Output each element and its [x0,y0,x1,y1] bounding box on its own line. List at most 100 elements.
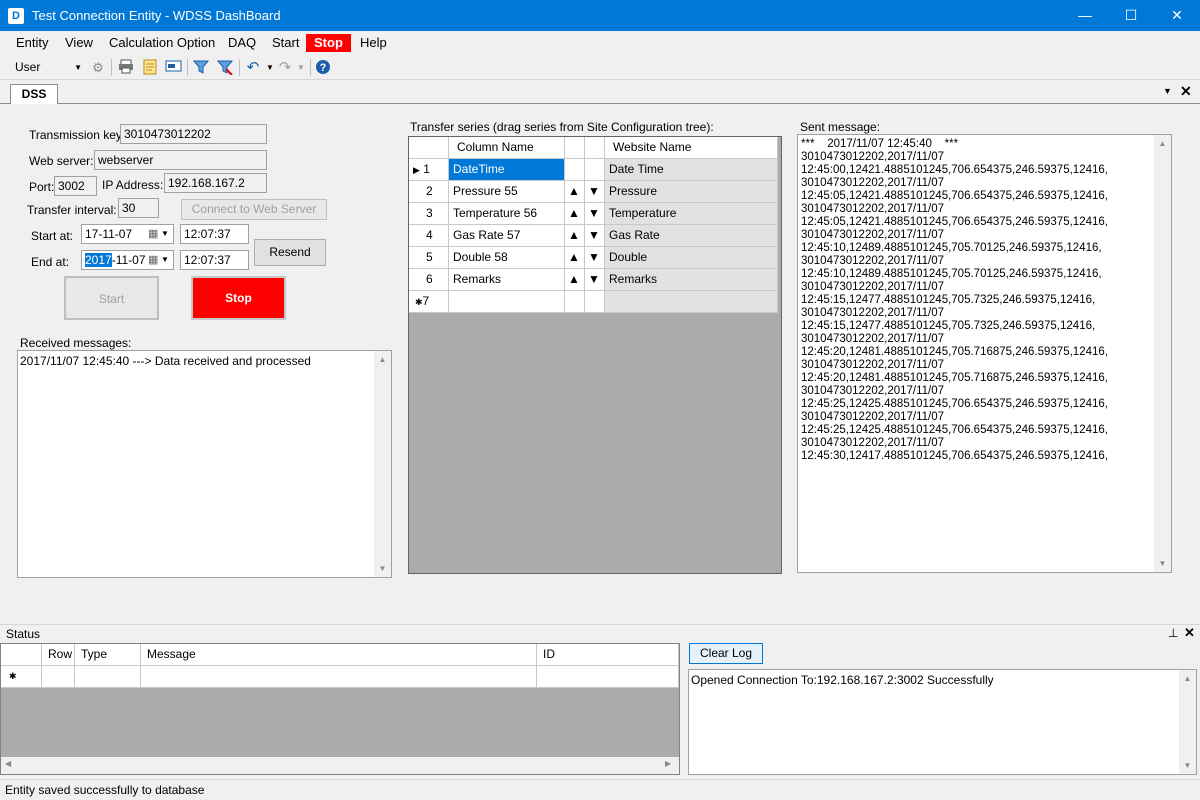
tab-dss[interactable]: DSS [10,84,58,104]
column-header-id[interactable]: ID [537,644,679,666]
move-down-button[interactable]: ▼ [585,269,605,291]
menu-daq[interactable]: DAQ [224,34,260,52]
column-header-row[interactable]: Row [42,644,75,666]
row-number[interactable]: 2 [409,181,449,203]
move-up-button[interactable]: ▲ [565,247,585,269]
maximize-button[interactable]: ☐ [1108,0,1154,31]
row-number[interactable]: 3 [409,203,449,225]
help-icon[interactable]: ? [314,59,332,76]
status-hscrollbar[interactable]: ◀ ▶ [1,757,679,774]
status-cell[interactable] [141,666,537,688]
sent-scrollbar[interactable]: ▲ ▼ [1154,135,1171,572]
website-name-cell[interactable]: Double [605,247,778,269]
website-name-cell[interactable]: Date Time [605,159,778,181]
start-time-field[interactable]: 12:07:37 [180,224,249,244]
resend-button[interactable]: Resend [254,239,326,266]
website-name-cell[interactable]: Gas Rate [605,225,778,247]
scroll-up-icon[interactable]: ▲ [1154,135,1171,152]
move-down-button[interactable]: ▼ [585,203,605,225]
received-scrollbar[interactable]: ▲ ▼ [374,351,391,577]
menu-view[interactable]: View [61,34,97,52]
end-time-field[interactable]: 12:07:37 [180,250,249,270]
row-number[interactable]: 6 [409,269,449,291]
status-cell[interactable] [42,666,75,688]
scroll-down-icon[interactable]: ▼ [374,560,391,577]
log-box[interactable]: Opened Connection To:192.168.167.2:3002 … [688,669,1197,775]
status-new-row[interactable]: ✱ [1,666,679,688]
menu-start[interactable]: Start [268,34,303,52]
user-select[interactable]: User ▼ [10,58,85,77]
tab-close-icon[interactable]: ✕ [1180,83,1192,100]
move-up-button[interactable]: ▲ [565,181,585,203]
menu-calculation-option[interactable]: Calculation Option [105,34,219,52]
column-header-type[interactable]: Type [75,644,141,666]
calendar-icon[interactable]: ▦ [148,225,158,243]
close-button[interactable]: ✕ [1154,0,1200,31]
transfer-series-grid[interactable]: Column Name Website Name ▶ 1 DateTime Da… [408,136,782,574]
menu-entity[interactable]: Entity [12,34,53,52]
row-number[interactable]: 5 [409,247,449,269]
website-name-cell[interactable]: Temperature [605,203,778,225]
end-date-picker[interactable]: 2017-11-07 ▦ ▼ [81,250,174,270]
transmission-key-field[interactable]: 3010473012202 [120,124,267,144]
close-icon[interactable]: ✕ [1184,625,1195,641]
move-up-button[interactable]: ▲ [565,225,585,247]
minimize-button[interactable]: — [1062,0,1108,31]
transfer-interval-field[interactable]: 30 [118,198,159,218]
status-grid[interactable]: Row Type Message ID ✱ ◀ ▶ [0,643,680,775]
printer-icon[interactable] [117,59,135,76]
column-name-cell[interactable]: DateTime [449,159,565,181]
ip-address-field[interactable]: 192.168.167.2 [164,173,267,193]
chevron-down-icon[interactable]: ▼ [161,225,169,243]
move-down-button[interactable]: ▼ [585,225,605,247]
connect-web-server-button[interactable]: Connect to Web Server [181,199,327,220]
row-number[interactable]: 4 [409,225,449,247]
report-icon[interactable] [141,59,159,76]
column-name-cell[interactable] [449,291,565,313]
filter-icon[interactable] [192,59,210,76]
menu-stop[interactable]: Stop [306,34,351,52]
row-header[interactable]: ✱7 [409,291,449,313]
undo-icon[interactable]: ↶ [244,59,262,76]
start-button[interactable]: Start [64,276,159,320]
tab-menu-chevron-icon[interactable]: ▼ [1163,86,1172,96]
move-up-button[interactable]: ▲ [565,269,585,291]
screen-icon[interactable] [164,59,182,76]
column-header-message[interactable]: Message [141,644,537,666]
column-name-cell[interactable]: Gas Rate 57 [449,225,565,247]
status-cell[interactable] [537,666,679,688]
web-server-field[interactable]: webserver [94,150,267,170]
move-up-button[interactable]: ▲ [565,203,585,225]
column-name-cell[interactable]: Temperature 56 [449,203,565,225]
website-name-cell[interactable] [605,291,778,313]
scroll-left-icon[interactable]: ◀ [5,759,11,768]
menu-help[interactable]: Help [356,34,391,52]
stop-button[interactable]: Stop [191,276,286,320]
move-down-button[interactable]: ▼ [585,247,605,269]
column-name-cell[interactable]: Pressure 55 [449,181,565,203]
scroll-down-icon[interactable]: ▼ [1179,757,1196,774]
start-date-picker[interactable]: 17-11-07 ▦ ▼ [81,224,174,244]
filter-clear-icon[interactable] [216,59,234,76]
log-scrollbar[interactable]: ▲ ▼ [1179,670,1196,774]
sent-message-box[interactable]: *** 2017/11/07 12:45:40 *** 3010473012202… [797,134,1172,573]
column-name-cell[interactable]: Remarks [449,269,565,291]
scroll-down-icon[interactable]: ▼ [1154,555,1171,572]
column-name-cell[interactable]: Double 58 [449,247,565,269]
website-name-cell[interactable]: Pressure [605,181,778,203]
row-header[interactable]: ▶ 1 [409,159,449,181]
chevron-down-icon[interactable]: ▼ [292,59,310,76]
column-header-column-name[interactable]: Column Name [449,137,565,159]
move-down-button[interactable]: ▼ [585,181,605,203]
scroll-up-icon[interactable]: ▲ [1179,670,1196,687]
gear-icon[interactable]: ⚙ [89,59,107,76]
port-field[interactable]: 3002 [54,176,97,196]
pin-icon[interactable]: ⊥ [1168,626,1178,640]
scroll-right-icon[interactable]: ▶ [665,759,671,768]
scroll-up-icon[interactable]: ▲ [374,351,391,368]
status-cell[interactable] [75,666,141,688]
calendar-icon[interactable]: ▦ [148,251,158,269]
website-name-cell[interactable]: Remarks [605,269,778,291]
column-header-website-name[interactable]: Website Name [605,137,778,159]
clear-log-button[interactable]: Clear Log [689,643,763,664]
